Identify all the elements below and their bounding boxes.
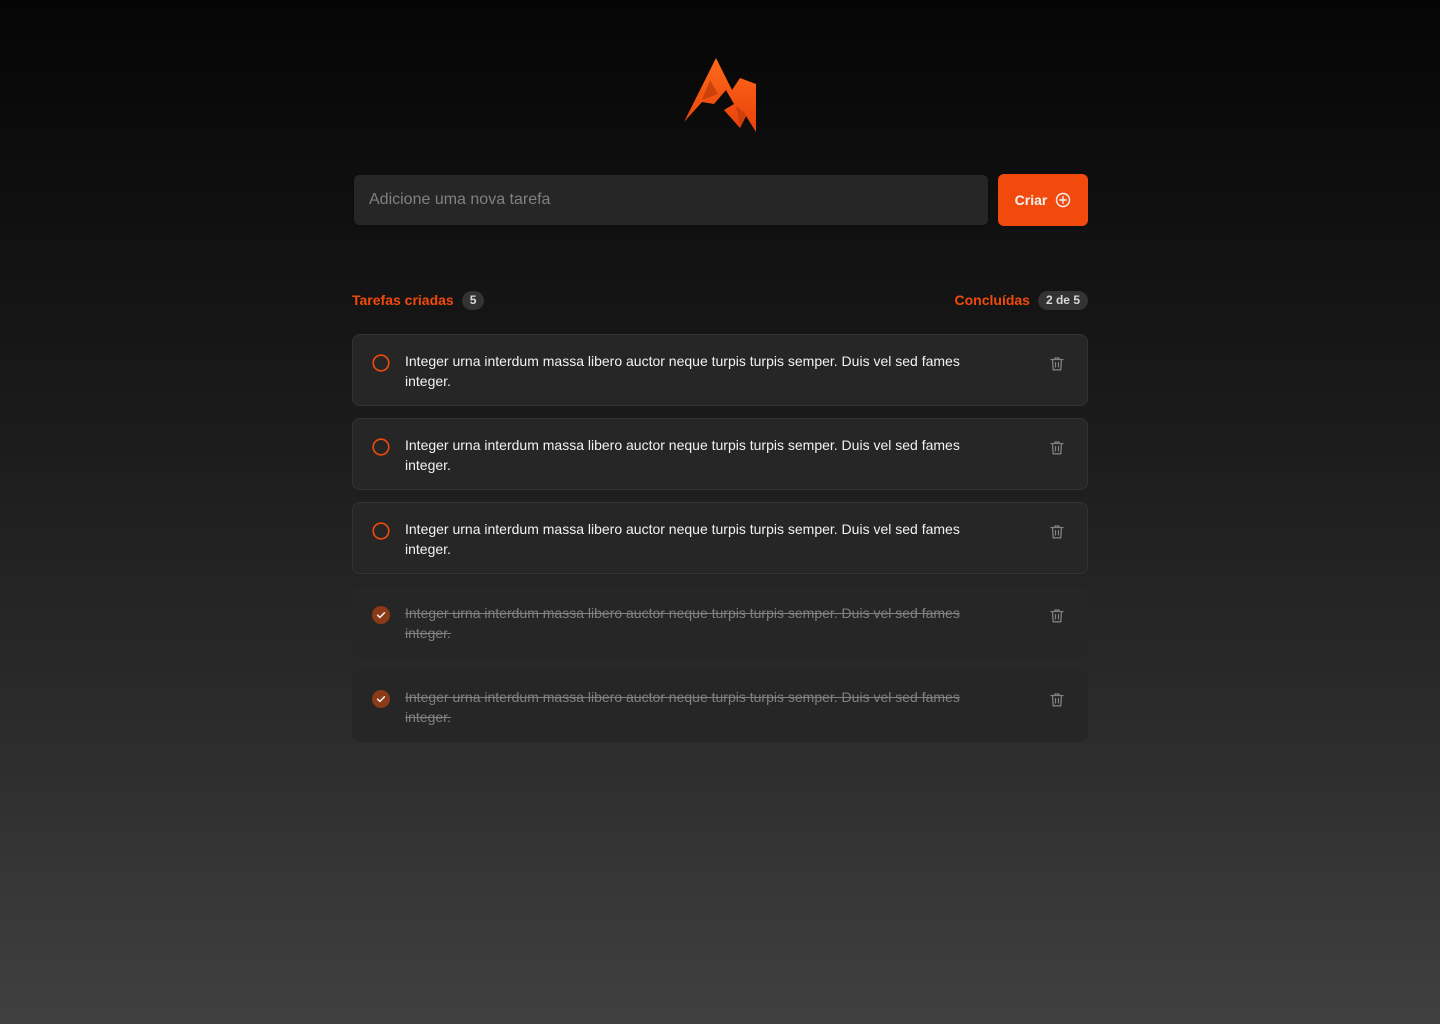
task-checkbox[interactable] [369,519,393,543]
trash-icon [1050,440,1064,454]
checked-circle-icon [372,690,390,708]
delete-task-button[interactable] [1045,603,1069,627]
trash-icon [1050,524,1064,538]
unchecked-circle-icon [372,438,390,456]
delete-task-button[interactable] [1045,519,1069,543]
done-count-badge: 2 de 5 [1037,290,1088,310]
task-text: Integer urna interdum massa libero aucto… [405,521,960,557]
task-checkbox[interactable] [369,435,393,459]
trash-icon [1050,356,1064,370]
new-task-form: Criar [353,174,1088,226]
task-text: Integer urna interdum massa libero aucto… [405,437,960,473]
trash-icon [1050,692,1064,706]
app-logo [680,54,760,136]
task-item: Integer urna interdum massa libero aucto… [352,418,1088,490]
task-item: Integer urna interdum massa libero aucto… [352,334,1088,406]
trash-icon [1050,608,1064,622]
plus-circle-icon [1056,192,1071,208]
task-list: Integer urna interdum massa libero aucto… [352,334,1088,742]
create-task-button[interactable]: Criar [998,174,1088,226]
task-counters: Tarefas criadas 5 Concluídas 2 de 5 [352,289,1088,311]
done-counter: Concluídas 2 de 5 [954,290,1088,310]
unchecked-circle-icon [372,522,390,540]
lightning-m-logo-icon [684,58,756,132]
task-checkbox[interactable] [369,603,393,627]
checked-circle-icon [372,606,390,624]
task-text: Integer urna interdum massa libero aucto… [405,689,960,725]
unchecked-circle-icon [372,354,390,372]
create-button-label: Criar [1014,192,1048,208]
task-text: Integer urna interdum massa libero aucto… [405,353,960,389]
task-text: Integer urna interdum massa libero aucto… [405,605,960,641]
delete-task-button[interactable] [1045,435,1069,459]
task-item: Integer urna interdum massa libero aucto… [352,502,1088,574]
delete-task-button[interactable] [1045,351,1069,375]
task-checkbox[interactable] [369,687,393,711]
task-item-done: Integer urna interdum massa libero aucto… [352,586,1088,658]
new-task-input[interactable] [353,174,989,226]
task-item-done: Integer urna interdum massa libero aucto… [352,670,1088,742]
created-counter-label: Tarefas criadas [352,292,454,308]
created-count-badge: 5 [461,290,485,310]
done-counter-label: Concluídas [954,292,1030,308]
task-checkbox[interactable] [369,351,393,375]
created-counter: Tarefas criadas 5 [352,290,485,310]
delete-task-button[interactable] [1045,687,1069,711]
